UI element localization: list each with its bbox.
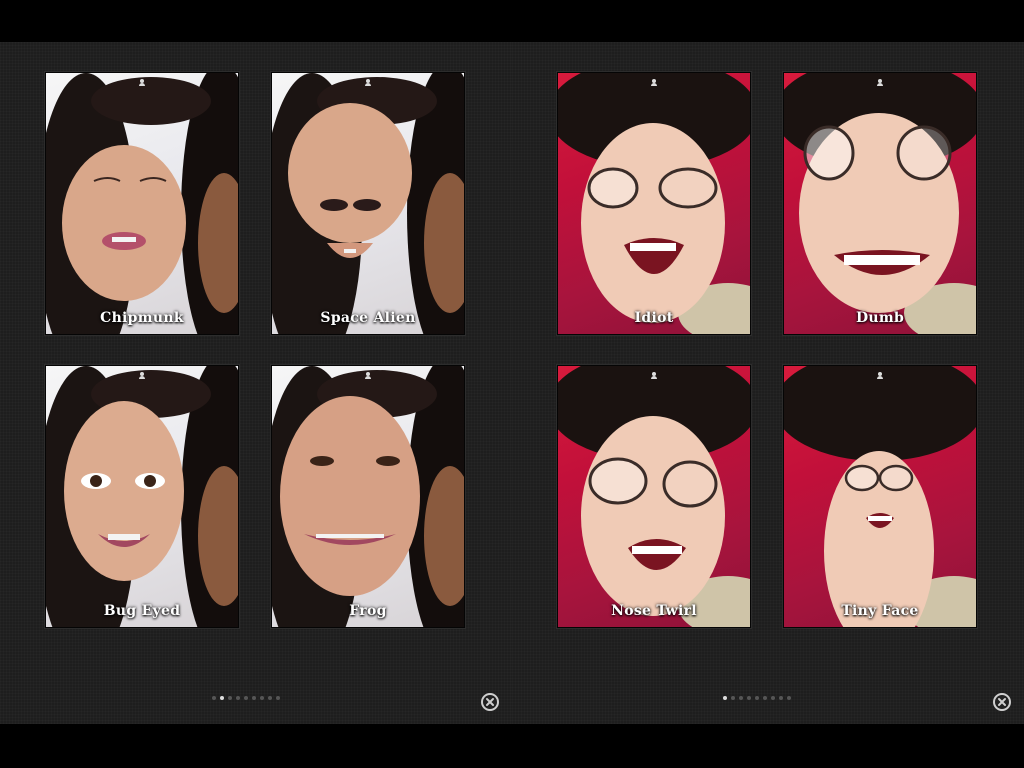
close-x-icon xyxy=(998,698,1006,706)
page-indicator[interactable] xyxy=(212,696,280,700)
effect-tile-dumb[interactable]: Dumb xyxy=(783,72,977,335)
effect-preview-photo xyxy=(272,366,464,627)
camera-indicator-icon xyxy=(365,79,371,87)
page-dot[interactable] xyxy=(787,696,791,700)
page-dot[interactable] xyxy=(755,696,759,700)
face-shape xyxy=(64,401,184,581)
face-shape xyxy=(310,456,334,466)
effect-tile-chipmunk[interactable]: Chipmunk xyxy=(45,72,239,335)
effect-preview-photo xyxy=(46,366,238,627)
effect-label: Tiny Face xyxy=(841,603,919,619)
face-shape xyxy=(91,77,211,125)
effect-tile-nose-twirl[interactable]: Nose Twirl xyxy=(557,365,751,628)
close-button[interactable] xyxy=(993,693,1011,711)
face-shape xyxy=(784,366,976,461)
face-shape xyxy=(632,546,682,554)
page-dot[interactable] xyxy=(220,696,224,700)
face-illustration xyxy=(558,366,750,627)
effect-label: Frog xyxy=(349,603,387,619)
camera-indicator-icon xyxy=(877,372,883,380)
page-dot[interactable] xyxy=(723,696,727,700)
effects-page-right: Idiot Dumb Nose Twirl Tiny Face xyxy=(512,42,1024,724)
page-dot[interactable] xyxy=(731,696,735,700)
camera-indicator-icon xyxy=(365,372,371,380)
face-illustration xyxy=(272,366,464,627)
camera-indicator-icon xyxy=(651,372,657,380)
page-dot[interactable] xyxy=(252,696,256,700)
effect-label: Chipmunk xyxy=(100,310,184,326)
close-button[interactable] xyxy=(481,693,499,711)
face-shape xyxy=(878,464,914,492)
effect-label: Space Alien xyxy=(320,310,416,326)
effect-preview-photo xyxy=(784,73,976,334)
page-indicator[interactable] xyxy=(723,696,791,700)
camera-indicator-icon xyxy=(877,79,883,87)
effect-label: Idiot xyxy=(634,310,674,326)
face-shape xyxy=(108,534,140,540)
face-shape xyxy=(803,125,855,181)
face-shape xyxy=(344,249,356,253)
face-shape xyxy=(62,145,186,301)
page-dot[interactable] xyxy=(779,696,783,700)
face-shape xyxy=(144,475,156,487)
effect-preview-photo xyxy=(558,366,750,627)
face-illustration xyxy=(784,366,976,627)
effect-label: Dumb xyxy=(855,310,905,326)
face-shape xyxy=(288,103,412,243)
page-dot[interactable] xyxy=(276,696,280,700)
face-shape xyxy=(587,167,639,209)
effect-tile-idiot[interactable]: Idiot xyxy=(557,72,751,335)
effect-tile-frog[interactable]: Frog xyxy=(271,365,465,628)
camera-indicator-icon xyxy=(139,372,145,380)
page-dot[interactable] xyxy=(747,696,751,700)
face-shape xyxy=(376,456,400,466)
camera-indicator-icon xyxy=(651,79,657,87)
face-shape xyxy=(844,255,920,265)
face-shape xyxy=(320,199,348,211)
face-illustration xyxy=(46,366,238,627)
effect-tile-space-alien[interactable]: Space Alien xyxy=(271,72,465,335)
effects-page-left: Chipmunk Space Alien Bug Eyed Frog xyxy=(0,42,512,724)
face-shape xyxy=(658,167,718,209)
effect-tile-tiny-face[interactable]: Tiny Face xyxy=(783,365,977,628)
face-shape xyxy=(316,534,384,538)
effect-tile-bug-eyed[interactable]: Bug Eyed xyxy=(45,365,239,628)
page-dot[interactable] xyxy=(260,696,264,700)
face-shape xyxy=(896,125,952,181)
face-shape xyxy=(581,416,725,616)
effect-preview-photo xyxy=(784,366,976,627)
face-illustration xyxy=(558,73,750,334)
face-shape xyxy=(868,516,892,521)
page-dot[interactable] xyxy=(739,696,743,700)
face-shape xyxy=(662,460,718,508)
page-dot[interactable] xyxy=(212,696,216,700)
face-shape xyxy=(581,123,725,323)
face-shape xyxy=(588,457,648,505)
page-dot[interactable] xyxy=(236,696,240,700)
page-dot[interactable] xyxy=(244,696,248,700)
face-illustration xyxy=(272,73,464,334)
page-dot[interactable] xyxy=(268,696,272,700)
effect-label: Nose Twirl xyxy=(611,603,697,619)
face-shape xyxy=(90,475,102,487)
face-shape xyxy=(280,396,420,596)
face-shape xyxy=(844,464,880,492)
face-illustration xyxy=(46,73,238,334)
effect-preview-photo xyxy=(272,73,464,334)
page-dot[interactable] xyxy=(763,696,767,700)
face-shape xyxy=(630,243,676,251)
page-dot[interactable] xyxy=(771,696,775,700)
camera-indicator-icon xyxy=(139,79,145,87)
page-dot[interactable] xyxy=(228,696,232,700)
effect-preview-photo xyxy=(558,73,750,334)
face-shape xyxy=(112,237,136,242)
face-shape xyxy=(353,199,381,211)
effect-label: Bug Eyed xyxy=(103,603,181,619)
face-illustration xyxy=(784,73,976,334)
close-x-icon xyxy=(486,698,494,706)
effect-preview-photo xyxy=(46,73,238,334)
